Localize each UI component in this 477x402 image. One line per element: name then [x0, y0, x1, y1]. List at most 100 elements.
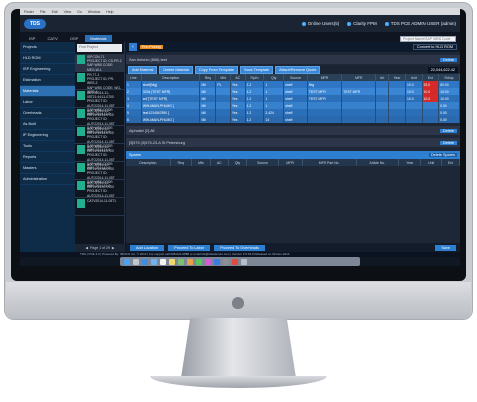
- launchpad-icon[interactable]: [133, 258, 139, 265]
- col-header[interactable]: MFR: [341, 74, 377, 81]
- col-header[interactable]: Qty: [263, 74, 285, 81]
- location-header[interactable]: San Antonio (666)-test Delete: [126, 55, 460, 64]
- col-header[interactable]: Art: [375, 74, 390, 81]
- delete-location-button[interactable]: Delete: [440, 140, 457, 145]
- col-header[interactable]: Ext: [422, 74, 440, 81]
- col-header[interactable]: Year: [388, 74, 406, 81]
- sidebar-item-masters[interactable]: Masters: [20, 163, 75, 174]
- clarity-link[interactable]: Clarity FPM: [347, 21, 377, 26]
- col-header[interactable]: Rd/up: [438, 74, 460, 81]
- finder-icon[interactable]: [124, 258, 130, 265]
- project-item[interactable]: PR-77-1 PROJECT ID: PR-WES-2 SAP WBS CODE:…: [75, 72, 124, 94]
- back-arrow-icon[interactable]: ‹: [129, 43, 137, 51]
- cell-rplu[interactable]: 1.2: [245, 81, 265, 88]
- save-template-button[interactable]: Save Template: [240, 65, 274, 74]
- mac-menu-help[interactable]: Help: [106, 10, 113, 14]
- cell-description[interactable]: 3234 [TEST MFR]: [141, 88, 201, 95]
- cell-description[interactable]: WW-MAIN-PHLMG [: [141, 116, 201, 123]
- delete-spares-button[interactable]: Delete Spares: [428, 153, 457, 157]
- cell-qty[interactable]: 1: [263, 102, 285, 109]
- cell-qty[interactable]: 1: [263, 88, 285, 95]
- col-header[interactable]: Description: [141, 74, 201, 81]
- sidebar-item-materials[interactable]: Materials: [20, 86, 75, 97]
- itunes-icon[interactable]: [205, 258, 211, 265]
- tab-catv[interactable]: CATV: [42, 35, 62, 42]
- col-header[interactable]: Unit: [405, 74, 423, 81]
- table-row[interactable]: 3 w4"[TEST MFR] Mil Yes 1.2 1 shelf TEST MFR 10.…: [126, 95, 460, 102]
- cell-qty[interactable]: 1: [263, 81, 285, 88]
- delete-location-button[interactable]: Delete: [440, 57, 457, 62]
- col-header[interactable]: Mkt: [191, 159, 212, 166]
- trash-icon[interactable]: [241, 258, 247, 265]
- sidebar-item-as-built[interactable]: As Built: [20, 119, 75, 130]
- cell-mkt[interactable]: [215, 109, 231, 116]
- calendar-icon[interactable]: [160, 258, 166, 265]
- mac-menu-file[interactable]: File: [40, 10, 46, 14]
- col-header[interactable]: Req: [170, 159, 192, 166]
- cell-ac[interactable]: Yes: [230, 88, 246, 95]
- sidebar-item-reports[interactable]: Reports: [20, 152, 75, 163]
- add-location-button[interactable]: Add Location: [130, 244, 165, 251]
- cell-ac[interactable]: Yes: [230, 102, 246, 109]
- cell-qty[interactable]: 2,424: [263, 109, 285, 116]
- cell-source[interactable]: shelf: [283, 81, 308, 88]
- col-header[interactable]: Ext: [441, 159, 460, 166]
- sidebar-item-overheads[interactable]: Overheads: [20, 108, 75, 119]
- delete-material-button[interactable]: Delete Material: [159, 65, 193, 74]
- convert-to-hld-rom-button[interactable]: Convert to HLD ROM: [412, 44, 457, 50]
- cell-qty[interactable]: 14: [263, 116, 285, 123]
- mac-menu-view[interactable]: View: [64, 10, 72, 14]
- col-header[interactable]: MFR Part No.: [302, 159, 357, 166]
- table-row[interactable]: 4 WW-MAIN-PHLMG [Mil Yes 1.2 1 shelf 0.00: [126, 102, 460, 109]
- cell-req[interactable]: Mil: [199, 116, 217, 123]
- cell-rplu[interactable]: 1.2: [245, 88, 265, 95]
- sidebar-item-projects[interactable]: Projects: [20, 42, 75, 53]
- location-header[interactable]: Alphattel [2]-88 Delete: [126, 126, 460, 135]
- sidebar-item-hld-rom[interactable]: HLD ROM: [20, 53, 75, 64]
- user-menu[interactable]: TDS PCE ADMIN USER (admin): [384, 21, 456, 26]
- col-header[interactable]: Req: [199, 74, 217, 81]
- maps-icon[interactable]: [178, 258, 184, 265]
- copy-from-template-button[interactable]: Copy From Template: [194, 65, 239, 74]
- cell-source[interactable]: shelf: [283, 102, 308, 109]
- cell-rplu[interactable]: 1.2: [245, 102, 265, 109]
- cell-ac[interactable]: Yes: [230, 109, 246, 116]
- cell-description[interactable]: w4"[TEST MFR]: [141, 95, 201, 102]
- col-header[interactable]: AC: [230, 74, 246, 81]
- cell-req[interactable]: Mil: [199, 109, 217, 116]
- cell-rplu[interactable]: 1.2: [245, 116, 265, 123]
- mac-menu-window[interactable]: Window: [88, 10, 100, 14]
- tab-osp[interactable]: OSP: [65, 35, 83, 42]
- project-item[interactable]: CATV2014-11-05T1: [75, 198, 124, 216]
- cell-mkt[interactable]: [215, 102, 231, 109]
- sidebar-item-ip-engineering[interactable]: IP Engineering: [20, 130, 75, 141]
- proceed-to-overheads-button[interactable]: Proceed To Overheads: [214, 244, 265, 251]
- col-header[interactable]: MPR: [278, 159, 303, 166]
- safari-icon[interactable]: [142, 258, 148, 265]
- cell-source[interactable]: shelf: [283, 95, 308, 102]
- cell-mkt[interactable]: [215, 116, 231, 123]
- col-header[interactable]: AC: [210, 159, 229, 166]
- mac-menu-edit[interactable]: Edit: [52, 10, 58, 14]
- cell-rplu[interactable]: 1.2: [245, 95, 265, 102]
- cell-ac[interactable]: Yes: [230, 81, 246, 88]
- sidebar-item-isp-engineering[interactable]: ISP Engineering: [20, 64, 75, 75]
- project-item[interactable]: ISPCON-71 PROJECT ID: CS-PR-2 SAP WBS CODE…: [75, 54, 124, 72]
- col-header[interactable]: Rpl/u: [245, 74, 265, 81]
- table-row[interactable]: 5 test1234567890 [Mil Yes 1.2 2,424 shelf 0.00: [126, 109, 460, 116]
- photos-icon[interactable]: [187, 258, 193, 265]
- notes-icon[interactable]: [169, 258, 175, 265]
- tab-materials[interactable]: Materials: [85, 35, 112, 42]
- sidebar-item-estimation[interactable]: Estimation: [20, 75, 75, 86]
- col-header[interactable]: Source: [283, 74, 308, 81]
- cell-req[interactable]: Mil: [199, 88, 217, 95]
- next-page-icon[interactable]: ▶: [112, 246, 115, 250]
- cell-mkt[interactable]: [215, 88, 231, 95]
- save-button[interactable]: Save: [435, 244, 456, 251]
- messages-icon[interactable]: [196, 258, 202, 265]
- system-preferences-icon[interactable]: [223, 258, 229, 265]
- table-row[interactable]: 1 shelf[Ntg] Mil PL Yes 1.2 1 shelf Ntg 10.0 33.0 5…: [126, 81, 460, 88]
- sidebar-item-tools[interactable]: Tools: [20, 141, 75, 152]
- chrome-icon[interactable]: [232, 258, 238, 265]
- mail-icon[interactable]: [151, 258, 157, 265]
